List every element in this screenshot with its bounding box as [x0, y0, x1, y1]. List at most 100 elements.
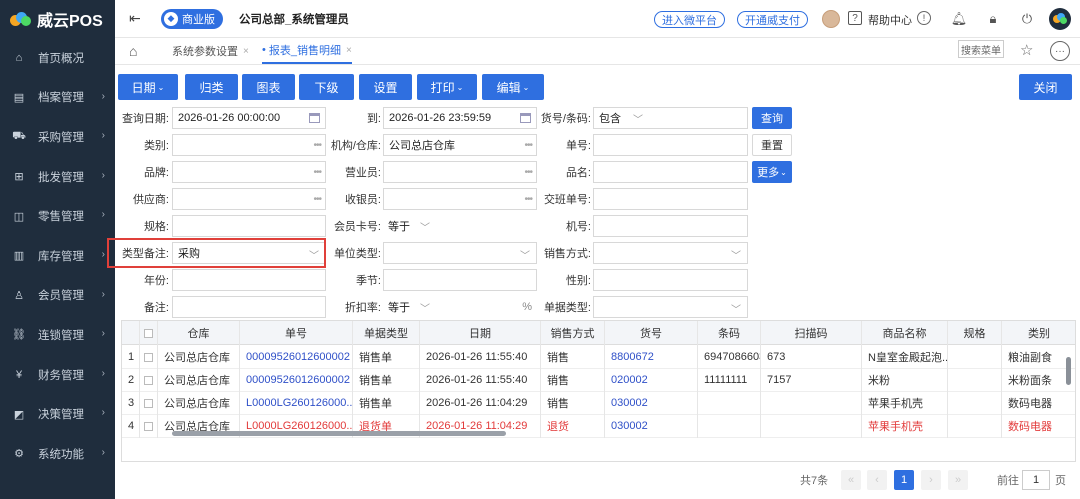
- table-cell[interactable]: 020002: [605, 368, 698, 392]
- remark-input[interactable]: [172, 296, 326, 318]
- row-checkbox[interactable]: [140, 345, 158, 369]
- current-page[interactable]: 1: [894, 470, 914, 490]
- sidebar-item-chain[interactable]: ⛓ 连锁管理 ›: [0, 315, 115, 355]
- row-checkbox[interactable]: [140, 368, 158, 392]
- sidebar-item-cart[interactable]: ⛟ 采购管理 ›: [0, 117, 115, 157]
- close-icon[interactable]: ×: [243, 46, 249, 57]
- date-to-input[interactable]: 2026-01-26 23:59:59: [383, 107, 537, 129]
- sidebar-item-finance[interactable]: ¥ 财务管理 ›: [0, 355, 115, 395]
- edit-button[interactable]: 编辑 ⌄: [482, 74, 544, 100]
- horizontal-scrollbar[interactable]: [172, 431, 506, 436]
- lock-icon[interactable]: 🔒︎: [985, 11, 1001, 27]
- column-header[interactable]: 仓库: [158, 321, 240, 345]
- sidebar-item-retail[interactable]: ◫ 零售管理 ›: [0, 196, 115, 236]
- sublevel-button[interactable]: 下级: [299, 74, 354, 100]
- date-from-input[interactable]: 2026-01-26 00:00:00: [172, 107, 326, 129]
- open-pay-link[interactable]: 开通威支付: [737, 11, 808, 28]
- date-button[interactable]: 日期 ⌄: [118, 74, 178, 100]
- column-header[interactable]: 货号: [605, 321, 698, 345]
- print-button[interactable]: 打印 ⌄: [417, 74, 477, 100]
- enter-platform-link[interactable]: 进入微平台: [654, 11, 725, 28]
- chevron-down-icon[interactable]: ﹀: [420, 300, 430, 315]
- table-row[interactable]: 2 公司总店仓库 00009526012600002 销售单 2026-01-26 11…: [122, 368, 1075, 392]
- row-checkbox[interactable]: [140, 414, 158, 438]
- sidebar-item-archive[interactable]: ▤ 档案管理 ›: [0, 78, 115, 118]
- table-cell[interactable]: 00009526012600002: [240, 345, 353, 369]
- order-no-input[interactable]: [593, 134, 748, 156]
- help-icon[interactable]: ?: [848, 11, 862, 25]
- last-page-icon[interactable]: »: [948, 470, 968, 490]
- shift-no-input[interactable]: [593, 188, 748, 210]
- app-logo[interactable]: 威云POS: [0, 0, 115, 38]
- chevron-down-icon[interactable]: ﹀: [520, 247, 530, 262]
- query-button[interactable]: 查询: [752, 107, 792, 129]
- search-menu-input[interactable]: 搜索菜单: [958, 40, 1004, 58]
- prev-page-icon[interactable]: ‹: [867, 470, 887, 490]
- goto-page-input[interactable]: 1: [1022, 470, 1050, 490]
- salesman-input[interactable]: •••: [383, 161, 537, 183]
- sidebar-item-settings[interactable]: ⚙ 系统功能 ›: [0, 434, 115, 474]
- tab-system-params[interactable]: 系统参数设置 ×: [172, 38, 249, 64]
- more-options-icon[interactable]: ···: [1050, 41, 1070, 61]
- close-button[interactable]: 关闭: [1019, 74, 1072, 100]
- select-all-checkbox[interactable]: [140, 321, 158, 345]
- column-header[interactable]: 商品名称: [862, 321, 948, 345]
- member-card-input[interactable]: 等于 ﹀: [383, 215, 537, 237]
- chevron-down-icon[interactable]: ﹀: [731, 247, 741, 262]
- more-dots-icon[interactable]: •••: [313, 194, 321, 205]
- table-cell[interactable]: 030002: [605, 391, 698, 415]
- sidebar-item-decision[interactable]: ◩ 决策管理 ›: [0, 394, 115, 434]
- column-header[interactable]: 单据类型: [353, 321, 420, 345]
- spec-input[interactable]: [172, 215, 326, 237]
- more-dots-icon[interactable]: •••: [524, 194, 532, 205]
- chevron-down-icon[interactable]: ﹀: [420, 219, 430, 234]
- table-cell[interactable]: 00009526012600002: [240, 368, 353, 392]
- machine-no-input[interactable]: [593, 215, 748, 237]
- year-input[interactable]: [172, 269, 326, 291]
- sidebar-item-inventory[interactable]: ▥ 库存管理 ›: [0, 236, 115, 276]
- column-header[interactable]: 条码: [698, 321, 761, 345]
- column-header[interactable]: 销售方式: [541, 321, 605, 345]
- column-header[interactable]: 规格: [948, 321, 1002, 345]
- calendar-icon[interactable]: [309, 113, 320, 123]
- calendar-icon[interactable]: [520, 113, 531, 123]
- help-center-link[interactable]: 帮助中心: [868, 12, 912, 28]
- more-dots-icon[interactable]: •••: [524, 167, 532, 178]
- product-name-input[interactable]: [593, 161, 748, 183]
- more-dots-icon[interactable]: •••: [524, 140, 532, 151]
- avatar[interactable]: [822, 10, 840, 28]
- sidebar-item-wholesale[interactable]: ⊞ 批发管理 ›: [0, 157, 115, 197]
- table-cell[interactable]: 030002: [605, 414, 698, 438]
- next-page-icon[interactable]: ›: [921, 470, 941, 490]
- table-row[interactable]: 3 公司总店仓库 L0000LG260126000... 销售单 2026-01-26 …: [122, 391, 1075, 415]
- star-icon[interactable]: ☆: [1020, 41, 1033, 59]
- bell-icon[interactable]: 🔔︎: [951, 11, 968, 27]
- vertical-scrollbar[interactable]: [1066, 357, 1071, 385]
- brand-avatar-icon[interactable]: [1049, 8, 1071, 30]
- reset-button[interactable]: 重置: [752, 134, 792, 156]
- chevron-down-icon[interactable]: ﹀: [633, 111, 643, 126]
- first-page-icon[interactable]: «: [841, 470, 861, 490]
- collapse-menu-icon[interactable]: ⇤: [129, 10, 145, 27]
- column-header[interactable]: 单号: [240, 321, 353, 345]
- season-input[interactable]: [383, 269, 537, 291]
- sale-method-select[interactable]: ﹀: [593, 242, 748, 264]
- table-cell[interactable]: L0000LG260126000...: [240, 391, 353, 415]
- unit-type-select[interactable]: ﹀: [383, 242, 537, 264]
- category-input[interactable]: •••: [172, 134, 326, 156]
- column-header[interactable]: 扫描码: [761, 321, 862, 345]
- gender-input[interactable]: [593, 269, 748, 291]
- more-dots-icon[interactable]: •••: [313, 167, 321, 178]
- column-header[interactable]: 日期: [420, 321, 541, 345]
- tab-sales-detail[interactable]: • 报表_销售明细 ×: [262, 38, 352, 64]
- column-header[interactable]: 类别: [1002, 321, 1075, 345]
- table-row[interactable]: 1 公司总店仓库 00009526012600002 销售单 2026-01-26 11…: [122, 345, 1075, 369]
- more-button[interactable]: 更多 ⌄: [752, 161, 792, 183]
- chevron-down-icon[interactable]: ﹀: [731, 301, 741, 316]
- classify-button[interactable]: 归类: [185, 74, 238, 100]
- close-icon[interactable]: ×: [346, 45, 352, 56]
- discount-input[interactable]: 等于 ﹀%: [383, 296, 537, 318]
- power-icon[interactable]: ⏻: [1019, 11, 1035, 27]
- settings-button[interactable]: 设置: [359, 74, 412, 100]
- doc-type-select[interactable]: ﹀: [593, 296, 748, 318]
